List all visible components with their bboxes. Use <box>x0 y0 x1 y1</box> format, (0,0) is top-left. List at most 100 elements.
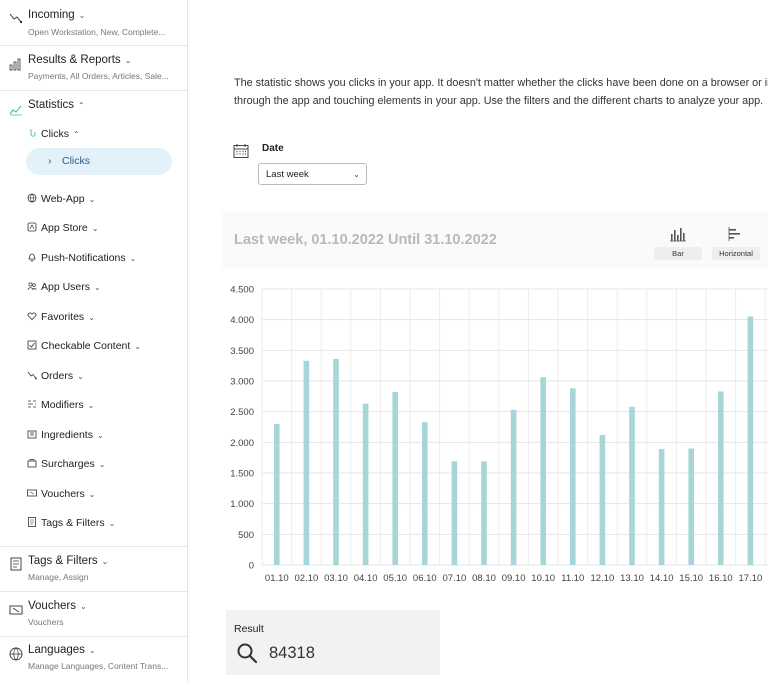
x-tick-label: 04.10 <box>354 573 378 584</box>
chevron-down-icon: ⌄ <box>96 431 104 440</box>
x-tick-label: 17.10 <box>739 573 763 584</box>
y-tick-label: 2.500 <box>230 407 254 418</box>
date-range-value: Last week <box>266 169 309 180</box>
chart-type-bar-button[interactable]: Bar <box>654 222 702 260</box>
sidebar-item-app-store[interactable]: App Store ⌄ <box>27 222 98 234</box>
bar[interactable] <box>481 461 487 565</box>
sidebar-section-subtitle: Manage, Assign <box>28 572 89 582</box>
chart-title: Last week, 01.10.2022 Until 31.10.2022 <box>234 232 497 248</box>
y-tick-label: 500 <box>238 530 254 541</box>
sidebar-item-tags-filters[interactable]: Tags & Filters ⌄ <box>27 517 115 529</box>
chevron-down-icon: ⌄ <box>129 254 137 263</box>
modifiers-icon <box>28 400 36 408</box>
bar[interactable] <box>451 461 458 565</box>
surcharge-icon <box>27 459 37 468</box>
reports-icon <box>9 58 21 71</box>
sidebar-section-languages[interactable]: Languages ⌄ Manage Languages, Content Tra… <box>0 636 187 683</box>
statistics-description: The statistic shows you clicks in your a… <box>234 74 768 110</box>
sidebar-section-incoming[interactable]: Incoming ⌄ Open Workstation, New, Complet… <box>0 0 187 46</box>
chevron-down-icon: ⌄ <box>134 342 142 351</box>
bar[interactable] <box>718 391 724 565</box>
bar[interactable] <box>688 448 694 565</box>
bar[interactable] <box>303 360 310 565</box>
sidebar-subitem-clicks[interactable]: › Clicks <box>26 148 172 175</box>
x-tick-label: 10.10 <box>531 573 555 584</box>
sidebar-section-vouchers[interactable]: Vouchers ⌄ Vouchers <box>0 591 187 637</box>
chevron-down-icon: ⌄ <box>124 56 132 65</box>
chart-type-horizontal-button[interactable]: Horizontal <box>712 222 760 260</box>
chevron-down-icon: ⌄ <box>88 313 95 322</box>
y-tick-label: 1.000 <box>230 499 254 510</box>
app-store-icon <box>27 222 37 232</box>
sidebar-section-title: Tags & Filters ⌄ <box>28 555 109 567</box>
sidebar-item-push-notifications[interactable]: Push-Notifications ⌄ <box>27 252 136 264</box>
sidebar-section-tags-filters[interactable]: Tags & Filters ⌄ Manage, Assign <box>0 546 187 592</box>
chevron-down-icon: ⌄ <box>87 401 95 410</box>
chevron-up-icon: ⌃ <box>73 130 80 139</box>
x-tick-label: 01.10 <box>265 573 289 584</box>
chevron-down-icon: ⌄ <box>91 224 99 233</box>
y-tick-label: 0 <box>249 561 254 572</box>
sidebar-section-subtitle: Open Workstation, New, Complete... <box>28 27 166 37</box>
chevron-down-icon: ⌄ <box>108 519 116 528</box>
date-range-select[interactable]: Last week ⌄ <box>258 163 367 185</box>
sidebar-item-web-app[interactable]: Web-App ⌄ <box>27 193 95 205</box>
sidebar-item-orders[interactable]: Orders ⌄ <box>27 370 84 382</box>
sidebar-item-app-users[interactable]: App Users ⌄ <box>27 281 101 293</box>
sidebar-item-surcharges[interactable]: Surcharges ⌄ <box>27 458 105 470</box>
main-content: The statistic shows you clicks in your a… <box>188 0 768 683</box>
chevron-right-icon: › <box>48 155 52 167</box>
sidebar-item-checkable-content[interactable]: Checkable Content ⌄ <box>27 340 141 352</box>
heart-icon <box>27 312 37 321</box>
x-tick-label: 06.10 <box>413 573 437 584</box>
sidebar-item-favorites[interactable]: Favorites ⌄ <box>27 311 95 323</box>
x-tick-label: 15.10 <box>679 573 703 584</box>
bar[interactable] <box>629 406 635 565</box>
chart-type-label: Horizontal <box>712 247 760 260</box>
tags-icon <box>28 517 36 527</box>
y-tick-label: 2.000 <box>230 438 254 449</box>
click-icon <box>30 129 36 137</box>
sidebar-section-title: Results & Reports ⌄ <box>28 54 132 66</box>
y-tick-label: 1.500 <box>230 469 254 480</box>
bell-icon <box>28 253 36 262</box>
x-tick-label: 02.10 <box>295 573 319 584</box>
x-tick-label: 13.10 <box>620 573 644 584</box>
bar[interactable] <box>599 434 606 565</box>
result-value: 84318 <box>269 644 315 662</box>
description-line: The statistic shows you clicks in your a… <box>234 77 768 89</box>
bar[interactable] <box>540 377 546 565</box>
bar[interactable] <box>747 316 754 565</box>
chevron-down-icon: ⌄ <box>79 602 87 611</box>
bar[interactable] <box>510 409 517 565</box>
x-tick-label: 03.10 <box>324 573 348 584</box>
chart-type-label: Bar <box>654 247 702 260</box>
bar[interactable] <box>392 392 398 565</box>
y-tick-label: 3.000 <box>230 377 254 388</box>
bar[interactable] <box>658 449 665 565</box>
bar[interactable] <box>422 422 428 565</box>
chevron-down-icon: ⌄ <box>98 460 106 469</box>
chevron-down-icon: ⌄ <box>78 11 86 20</box>
chevron-up-icon: ⌃ <box>78 101 85 110</box>
x-tick-label: 09.10 <box>502 573 526 584</box>
sidebar-item-ingredients[interactable]: Ingredients ⌄ <box>27 429 104 441</box>
sidebar-section-title: Incoming ⌄ <box>28 9 86 21</box>
sidebar-section-title: Vouchers ⌄ <box>28 600 87 612</box>
date-filter-label: Date <box>262 143 284 154</box>
sidebar-section-results[interactable]: Results & Reports ⌄ Payments, All Orders,… <box>0 45 187 91</box>
sidebar-item-clicks[interactable]: Clicks ⌃ <box>27 128 80 140</box>
bar[interactable] <box>362 403 369 565</box>
bar-chart-icon <box>670 228 686 242</box>
y-tick-label: 4.500 <box>230 285 254 296</box>
bar[interactable] <box>570 388 576 565</box>
orders-icon <box>27 371 37 380</box>
bar[interactable] <box>274 423 280 565</box>
voucher-icon <box>27 489 37 497</box>
sidebar-item-vouchers[interactable]: Vouchers ⌄ <box>27 488 95 500</box>
incoming-icon <box>9 13 23 24</box>
globe-icon <box>9 647 23 661</box>
bar[interactable] <box>333 358 339 565</box>
sidebar-item-modifiers[interactable]: Modifiers ⌄ <box>27 399 94 411</box>
sidebar-section-subtitle: Payments, All Orders, Articles, Sale... <box>28 71 169 81</box>
